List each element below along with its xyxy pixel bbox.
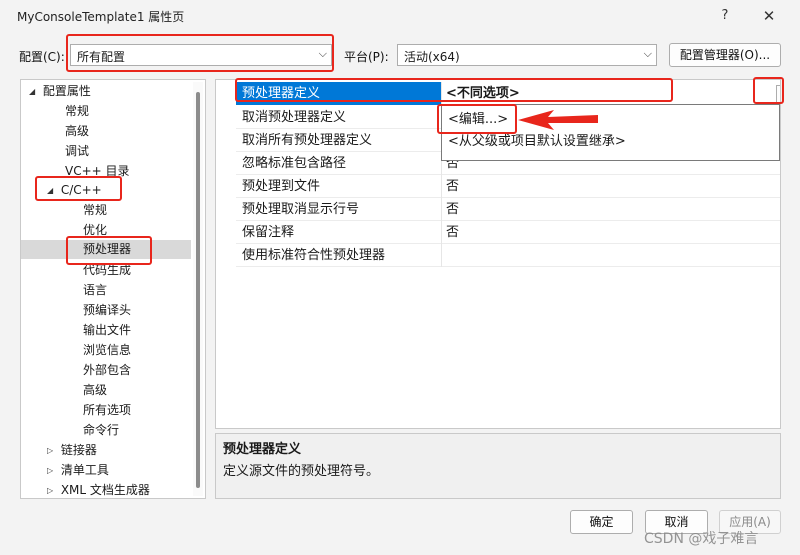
property-name: 忽略标准包含路径 bbox=[236, 152, 442, 175]
property-name: 预处理器定义 bbox=[236, 82, 442, 105]
close-button[interactable]: ✕ bbox=[756, 4, 782, 28]
property-row-suppress-line-numbers[interactable]: 预处理取消显示行号 否 bbox=[236, 198, 780, 221]
help-button[interactable]: ? bbox=[712, 4, 738, 28]
property-tree: ◢ 配置属性 常规 高级 调试 VC++ 目录 ◢ C/C++ 常规 优化 预处… bbox=[20, 79, 206, 499]
expander-icon: ▷ bbox=[47, 466, 54, 475]
tree-item-language[interactable]: 语言 bbox=[83, 281, 107, 300]
value-dropdown-list: <编辑...> <从父级或项目默认设置继承> bbox=[441, 104, 780, 161]
config-label: 配置(C): bbox=[19, 50, 65, 64]
platform-label: 平台(P): bbox=[344, 50, 389, 64]
property-row-keep-comments[interactable]: 保留注释 否 bbox=[236, 221, 780, 244]
scrollbar-thumb[interactable] bbox=[196, 92, 200, 488]
annotation-arrow-icon bbox=[518, 110, 598, 130]
property-name: 取消所有预处理器定义 bbox=[236, 129, 442, 152]
property-name: 保留注释 bbox=[236, 221, 442, 244]
property-name: 预处理取消显示行号 bbox=[236, 198, 442, 221]
tree-item-browse-info[interactable]: 浏览信息 bbox=[83, 341, 131, 360]
expander-icon: ◢ bbox=[29, 87, 36, 96]
tree-item-preprocessor[interactable]: 预处理器 bbox=[21, 240, 191, 259]
expander-icon: ▷ bbox=[47, 446, 54, 455]
dropdown-option-inherit[interactable]: <从父级或项目默认设置继承> bbox=[444, 131, 777, 153]
dropdown-option-edit[interactable]: <编辑...> bbox=[444, 109, 777, 131]
property-row-preprocess-to-file[interactable]: 预处理到文件 否 bbox=[236, 175, 780, 198]
tree-item-cpp-advanced[interactable]: 高级 bbox=[83, 381, 107, 400]
config-combo[interactable]: 所有配置 ⌵ bbox=[70, 44, 332, 66]
config-value: 所有配置 bbox=[77, 50, 126, 64]
property-value: 否 bbox=[446, 202, 460, 217]
tree-item-manifest-tool[interactable]: ▷ 清单工具 bbox=[47, 461, 109, 480]
tree-scrollbar[interactable] bbox=[193, 82, 203, 496]
property-value[interactable]: <不同选项> bbox=[446, 82, 520, 105]
expander-icon: ◢ bbox=[47, 186, 54, 195]
config-manager-button[interactable]: 配置管理器(O)... bbox=[669, 43, 781, 67]
tree-item-code-generation[interactable]: 代码生成 bbox=[83, 261, 131, 280]
chevron-down-icon: ⌵ bbox=[318, 47, 327, 60]
property-row-conformant-preprocessor[interactable]: 使用标准符合性预处理器 bbox=[236, 244, 780, 267]
property-name: 使用标准符合性预处理器 bbox=[236, 244, 442, 267]
tree-item-debugging[interactable]: 调试 bbox=[65, 142, 89, 161]
tree-item-all-options[interactable]: 所有选项 bbox=[83, 401, 131, 420]
chevron-down-icon: ⌵ bbox=[643, 47, 652, 60]
property-value: 否 bbox=[446, 179, 460, 194]
platform-value: 活动(x64) bbox=[404, 50, 460, 64]
tree-item-cpp[interactable]: ◢ C/C++ bbox=[47, 181, 102, 200]
platform-combo[interactable]: 活动(x64) ⌵ bbox=[397, 44, 657, 66]
chevron-down-icon[interactable]: ⌵ bbox=[776, 85, 780, 106]
window-title: MyConsoleTemplate1 属性页 bbox=[17, 10, 185, 24]
tree-item-config-properties[interactable]: ◢ 配置属性 bbox=[29, 82, 91, 101]
property-name: 预处理到文件 bbox=[236, 175, 442, 198]
tree-item-linker[interactable]: ▷ 链接器 bbox=[47, 441, 97, 460]
tree-item-optimization[interactable]: 优化 bbox=[83, 221, 107, 240]
property-row-preprocessor-definitions[interactable]: 预处理器定义 <不同选项> ⌵ bbox=[236, 82, 780, 106]
property-name: 取消预处理器定义 bbox=[236, 106, 442, 129]
tree-item-vc-directories[interactable]: VC++ 目录 bbox=[65, 162, 130, 181]
tree-item-precompiled-headers[interactable]: 预编译头 bbox=[83, 301, 131, 320]
watermark-text: CSDN @戏子难言 bbox=[644, 531, 759, 547]
tree-item-advanced[interactable]: 高级 bbox=[65, 122, 89, 141]
title-bar: MyConsoleTemplate1 属性页 ? ✕ bbox=[0, 0, 800, 32]
tree-item-command-line[interactable]: 命令行 bbox=[83, 421, 119, 440]
description-panel: 预处理器定义 定义源文件的预处理符号。 bbox=[215, 433, 781, 499]
tree-item-external-includes[interactable]: 外部包含 bbox=[83, 361, 131, 380]
ok-button[interactable]: 确定 bbox=[570, 510, 633, 534]
description-text: 定义源文件的预处理符号。 bbox=[223, 464, 380, 479]
property-value: 否 bbox=[446, 225, 460, 240]
tree-item-general[interactable]: 常规 bbox=[65, 102, 89, 121]
tree-item-output-files[interactable]: 输出文件 bbox=[83, 321, 131, 340]
tree-item-xml-doc-generator[interactable]: ▷ XML 文档生成器 bbox=[47, 481, 150, 498]
description-title: 预处理器定义 bbox=[223, 442, 302, 457]
tree-item-cpp-general[interactable]: 常规 bbox=[83, 201, 107, 220]
expander-icon: ▷ bbox=[47, 486, 54, 495]
